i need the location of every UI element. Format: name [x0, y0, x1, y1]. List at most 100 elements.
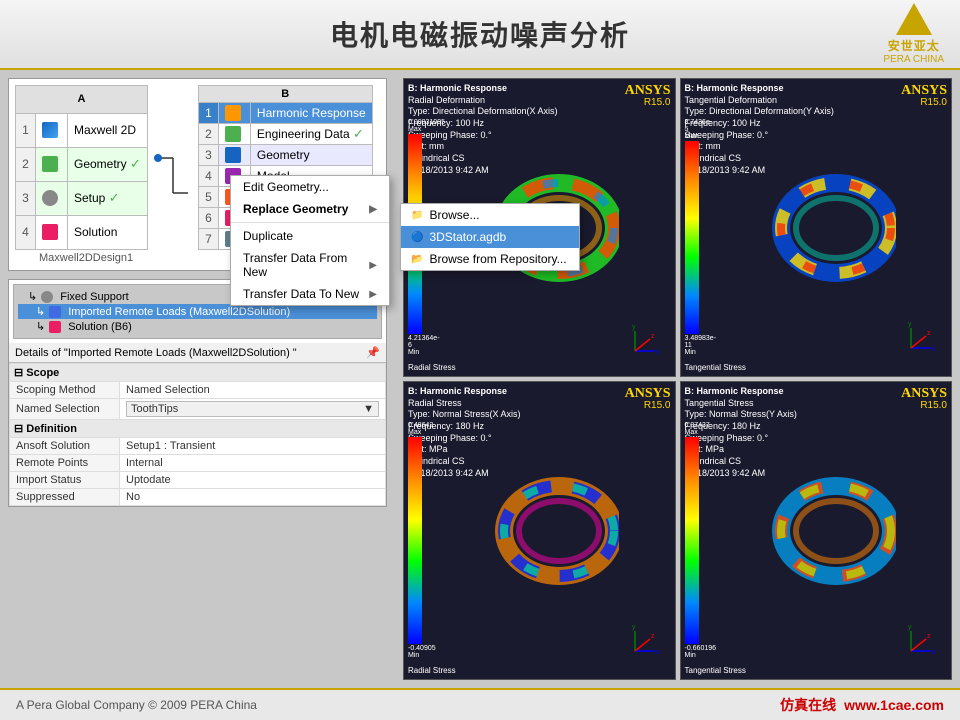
val-scoping: Named Selection: [120, 382, 386, 399]
ctx-replace-geometry[interactable]: Replace Geometry ▶: [231, 198, 389, 220]
row-named-selection[interactable]: Named Selection ToothTips ▼: [10, 399, 386, 420]
row-remote-points: Remote Points Internal: [10, 455, 386, 472]
key-suppressed: Suppressed: [10, 489, 120, 506]
submenu-3dstator-label: 3DStator.agdb: [429, 230, 506, 244]
submenu-browse-label: Browse...: [429, 208, 479, 222]
ansys-version-4: R15.0: [920, 400, 947, 411]
ansys-card-4: B: Harmonic Response Tangential Stress T…: [680, 381, 953, 680]
workbench-area: A 1 Maxwell 2D 2 Geometry ✓ 3: [8, 78, 387, 271]
table-row[interactable]: 2 Engineering Data ✓: [198, 124, 372, 145]
logo-area: 安世亚太 PERA CHINA: [883, 3, 944, 65]
table-row[interactable]: 3 Geometry: [198, 145, 372, 166]
svg-text:z: z: [927, 633, 931, 640]
color-bar-4: 0.07437 Max -0.660196 Min: [685, 422, 699, 659]
axis-3: x y z: [630, 621, 665, 661]
submenu-3dstator[interactable]: 🔵 3DStator.agdb: [401, 226, 579, 248]
ansys-version-1: R15.0: [644, 97, 671, 108]
footer-copyright: A Pera Global Company © 2009 PERA China: [16, 698, 257, 712]
svg-text:x: x: [656, 349, 660, 356]
details-title: Details of "Imported Remote Loads (Maxwe…: [9, 343, 386, 363]
ctx-replace-geometry-label: Replace Geometry: [243, 202, 348, 216]
dropdown-arrow-icon: ▼: [363, 403, 374, 415]
named-selection-dropdown[interactable]: ToothTips ▼: [126, 401, 379, 417]
axis-svg-3: x y z: [630, 621, 665, 656]
footer-brand-cn: 仿真在线: [780, 695, 836, 715]
logo-text-main: 安世亚太: [888, 37, 940, 54]
section-scope-label: ⊟ Scope: [10, 364, 386, 382]
ansys-card-3: B: Harmonic Response Radial Stress Type:…: [403, 381, 676, 680]
stator-icon: 🔵: [411, 232, 423, 243]
row-suppressed: Suppressed No: [10, 489, 386, 506]
svg-text:x: x: [932, 346, 936, 353]
key-named: Named Selection: [10, 399, 120, 420]
axis-2: x y z: [906, 318, 941, 358]
axis-svg-2: x y z: [906, 318, 941, 353]
table-row[interactable]: 2 Geometry ✓: [16, 147, 148, 181]
section-definition-label: ⊟ Definition: [10, 420, 386, 438]
svg-text:x: x: [932, 649, 936, 656]
details-panel: ↳ Fixed Support ↳ Imported Remote Loads …: [8, 279, 387, 507]
right-panel: B: Harmonic Response Radial Deformation …: [395, 70, 960, 688]
ctx-transfer-from-label: Transfer Data From New: [243, 251, 369, 279]
named-selection-value: ToothTips: [131, 403, 178, 415]
ctx-edit-geometry[interactable]: Edit Geometry...: [231, 176, 389, 198]
table-row[interactable]: 3 Setup ✓: [16, 181, 148, 215]
tree-label-fixed: Fixed Support: [60, 291, 128, 303]
ansys-footer-2: Tangential Stress: [685, 363, 746, 372]
details-table: ⊟ Scope Scoping Method Named Selection N…: [9, 363, 386, 506]
svg-text:x: x: [656, 649, 660, 656]
svg-text:z: z: [651, 633, 655, 640]
val-ansoft: Setup1 : Transient: [120, 438, 386, 455]
submenu-browse[interactable]: 📁 Browse...: [401, 204, 579, 226]
ansys-title-4: B: Harmonic Response Tangential Stress T…: [685, 386, 797, 480]
key-import-status: Import Status: [10, 472, 120, 489]
val-import-status: Uptodate: [120, 472, 386, 489]
section-scope: ⊟ Scope: [10, 364, 386, 382]
ansys-title-3: B: Harmonic Response Radial Stress Type:…: [408, 386, 521, 480]
color-bar-2: 8.7436e-5 Max 3.48983e-11 Min: [685, 119, 699, 356]
footer: A Pera Global Company © 2009 PERA China …: [0, 688, 960, 720]
ctx-transfer-to-label: Transfer Data To New: [243, 287, 359, 301]
ansys-version-3: R15.0: [644, 400, 671, 411]
axis-svg-1: x y z: [630, 321, 665, 356]
left-panel: A 1 Maxwell 2D 2 Geometry ✓ 3: [0, 70, 395, 688]
ctx-arrow-replace: ▶: [369, 204, 377, 215]
val-named[interactable]: ToothTips ▼: [120, 399, 386, 420]
logo-text-sub: PERA CHINA: [883, 54, 944, 65]
ctx-transfer-from[interactable]: Transfer Data From New ▶: [231, 247, 389, 283]
axis-4: x y z: [906, 621, 941, 661]
row-import-status: Import Status Uptodate: [10, 472, 386, 489]
submenu-browse-repo[interactable]: 📂 Browse from Repository...: [401, 248, 579, 270]
page-title: 电机电磁振动噪声分析: [330, 14, 630, 54]
svg-text:z: z: [651, 333, 655, 340]
row-ansoft: Ansoft Solution Setup1 : Transient: [10, 438, 386, 455]
key-ansoft: Ansoft Solution: [10, 438, 120, 455]
ansys-footer-1: Radial Stress: [408, 363, 456, 372]
ansys-version-2: R15.0: [920, 97, 947, 108]
torus-svg-3: [479, 476, 619, 586]
ctx-duplicate[interactable]: Duplicate: [231, 225, 389, 247]
context-menu[interactable]: Edit Geometry... Replace Geometry ▶ Dupl…: [230, 175, 390, 306]
table-b-header: B: [198, 86, 372, 103]
footer-right-group: 仿真在线 www.1cae.com: [780, 695, 944, 715]
ansys-footer-3: Radial Stress: [408, 666, 456, 675]
section-definition: ⊟ Definition: [10, 420, 386, 438]
tree-row-solution[interactable]: ↳ Solution (B6): [18, 319, 377, 334]
table-row[interactable]: 4 Solution: [16, 215, 148, 249]
table-a: A 1 Maxwell 2D 2 Geometry ✓ 3: [15, 85, 148, 250]
browse-icon: 📁: [411, 210, 423, 221]
ansys-card-2: B: Harmonic Response Tangential Deformat…: [680, 78, 953, 377]
table-row[interactable]: 1 Maxwell 2D: [16, 113, 148, 147]
tree-row-imported[interactable]: ↳ Imported Remote Loads (Maxwell2DSoluti…: [18, 304, 377, 319]
key-remote: Remote Points: [10, 455, 120, 472]
ctx-duplicate-label: Duplicate: [243, 229, 293, 243]
ctx-transfer-to[interactable]: Transfer Data To New ▶: [231, 283, 389, 305]
tree-label-imported: Imported Remote Loads (Maxwell2DSolution…: [68, 306, 290, 318]
details-pin-icon[interactable]: 📌: [366, 346, 380, 359]
tree-label-solution: Solution (B6): [68, 321, 132, 333]
table-row[interactable]: 1 Harmonic Response: [198, 103, 372, 124]
val-suppressed: No: [120, 489, 386, 506]
tree-icon-solution: [49, 321, 61, 333]
submenu[interactable]: 📁 Browse... 🔵 3DStator.agdb 📂 Browse fro…: [400, 203, 580, 271]
row-scoping-method: Scoping Method Named Selection: [10, 382, 386, 399]
